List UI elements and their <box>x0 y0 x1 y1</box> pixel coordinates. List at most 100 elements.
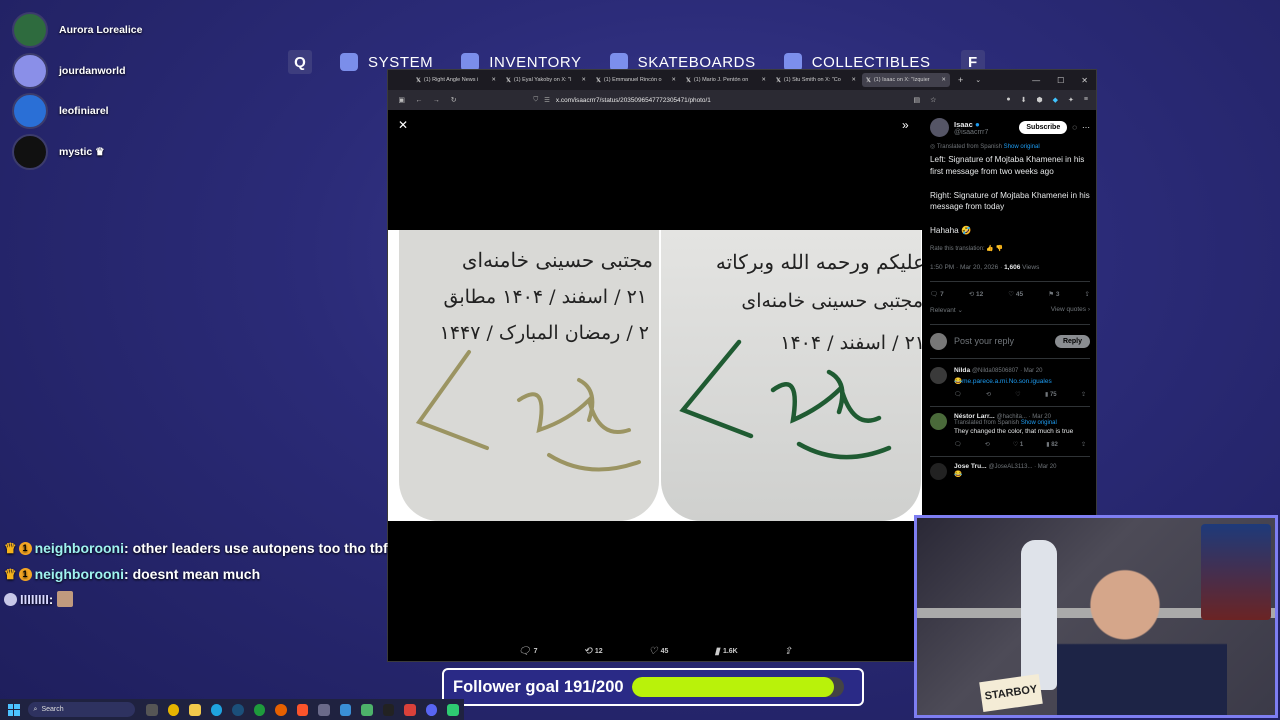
app-icon[interactable] <box>318 703 330 716</box>
site-info-icon[interactable]: ☰ <box>544 96 550 104</box>
close-icon[interactable]: ✕ <box>851 77 856 83</box>
bookmark-stat[interactable]: ⚑ 3 <box>1048 290 1059 298</box>
reply-item[interactable]: Nilda @Nilda08506807 · Mar 20 😂me.parece… <box>930 366 1090 398</box>
author-name[interactable]: Isaac <box>954 120 973 129</box>
browser-tab-active[interactable]: 𝕏 (1) Isaac on X: "Izquier ✕ <box>862 73 950 87</box>
close-viewer-icon[interactable]: ✕ <box>398 118 408 132</box>
browser-tab[interactable]: 𝕏 (1) Mario J. Pentón on ✕ <box>682 73 770 87</box>
repost-icon[interactable]: ⟲ <box>986 391 991 398</box>
bookmark-star-icon[interactable]: ☆ <box>930 96 936 104</box>
close-icon[interactable]: ✕ <box>941 77 946 83</box>
repost-icon[interactable]: ⟲ <box>985 441 990 448</box>
thumbs-down-icon[interactable]: 👎 <box>996 246 1003 252</box>
terminal-icon[interactable] <box>382 703 395 716</box>
avatar[interactable] <box>930 118 949 137</box>
minimize-icon[interactable]: — <box>1032 76 1040 85</box>
thumbs-up-icon[interactable]: 👍 <box>986 246 993 252</box>
show-original-link[interactable]: Show original <box>1021 420 1057 426</box>
like-stat[interactable]: ♡ 1 <box>1013 441 1023 448</box>
tracking-shield-icon[interactable]: ⛉ <box>533 96 538 104</box>
share-action[interactable]: ⇪ <box>784 646 792 657</box>
firefox-icon[interactable] <box>275 703 287 716</box>
views-stat[interactable]: ▮ 75 <box>1045 391 1057 398</box>
reply-action[interactable]: 🗨 7 <box>518 646 538 657</box>
reply-author[interactable]: Jose Tru... <box>954 463 987 470</box>
brave-icon[interactable] <box>296 703 309 716</box>
views-stat[interactable]: ▮ 82 <box>1046 441 1058 448</box>
share-icon[interactable]: ⇪ <box>1081 391 1086 398</box>
reply-author[interactable]: Nilda <box>954 367 970 374</box>
browser-tab[interactable]: 𝕏 (1) Right Angle News i ✕ <box>412 73 500 87</box>
chat-username[interactable]: neighborooni <box>35 566 124 582</box>
reply-button[interactable]: Reply <box>1054 334 1090 348</box>
grok-icon[interactable]: ◌ <box>1072 123 1077 132</box>
puzzle-icon[interactable]: ✦ <box>1068 96 1074 104</box>
like-action[interactable]: ♡ 45 <box>649 646 669 657</box>
xbox-icon[interactable] <box>253 703 266 716</box>
steam-icon[interactable] <box>232 703 244 716</box>
obs-icon[interactable] <box>404 703 416 716</box>
more-icon[interactable]: ⋯ <box>1082 123 1090 132</box>
repost-action[interactable]: ⟲ 12 <box>583 646 602 657</box>
voice-user[interactable]: Aurora Lorealice <box>12 12 142 48</box>
avatar[interactable] <box>930 412 947 430</box>
windows-start-icon[interactable] <box>8 703 20 716</box>
sidebar-icon[interactable]: ▣ <box>396 96 407 104</box>
task-view-icon[interactable] <box>146 703 158 716</box>
file-explorer-icon[interactable] <box>189 703 201 716</box>
browser-tab[interactable]: 𝕏 (1) Eyal Yakoby on X: "I ✕ <box>502 73 590 87</box>
back-icon[interactable]: ← <box>413 97 424 104</box>
close-icon[interactable]: ✕ <box>671 77 676 83</box>
chevron-down-icon[interactable]: ⌄ <box>975 76 981 84</box>
app-icon[interactable] <box>447 703 459 716</box>
reply-stat[interactable]: 🗨 7 <box>930 290 944 298</box>
extensions-icon[interactable]: ⬢ <box>1037 96 1043 104</box>
app-icon[interactable] <box>361 703 373 716</box>
voice-user[interactable]: leofiniarel <box>12 93 142 129</box>
comment-icon[interactable]: 🗨 <box>954 441 962 448</box>
tweet-timestamp[interactable]: 1:50 PM · Mar 20, 2026 · <box>930 264 1004 271</box>
close-window-icon[interactable]: ✕ <box>1081 76 1088 85</box>
close-icon[interactable]: ✕ <box>761 77 766 83</box>
close-icon[interactable]: ✕ <box>581 77 586 83</box>
reload-icon[interactable]: ↻ <box>448 96 459 104</box>
new-tab-icon[interactable]: + <box>958 75 963 85</box>
edge-icon[interactable] <box>210 703 223 716</box>
share-icon[interactable]: ⇪ <box>1085 290 1090 298</box>
heart-icon[interactable]: ♡ <box>1015 391 1020 398</box>
subscribe-button[interactable]: Subscribe <box>1019 121 1068 134</box>
browser-tab[interactable]: 𝕏 (1) Stu Smith on X: "Co ✕ <box>772 73 860 87</box>
app-icon[interactable] <box>339 703 352 716</box>
maximize-icon[interactable]: ☐ <box>1057 76 1064 85</box>
browser-tab[interactable]: 𝕏 (1) Emmanuel Rincón o ✕ <box>592 73 680 87</box>
like-stat[interactable]: ♡ 45 <box>1008 290 1023 298</box>
author-handle[interactable]: @isaacrrr7 <box>954 129 988 136</box>
menu-icon[interactable]: ≡ <box>1084 96 1088 104</box>
reply-item[interactable]: Néstor Larr... @hachita... · Mar 20 Tran… <box>930 405 1090 448</box>
extension-icon[interactable]: ◆ <box>1053 96 1058 104</box>
forward-icon[interactable]: → <box>431 97 442 104</box>
show-original-link[interactable]: Show original <box>1004 144 1040 150</box>
share-icon[interactable]: ⇪ <box>1081 441 1086 448</box>
account-icon[interactable]: ● <box>1006 96 1010 104</box>
reply-input[interactable]: Post your reply <box>954 336 1014 346</box>
comment-icon[interactable]: 🗨 <box>954 391 962 398</box>
reader-view-icon[interactable]: ▤ <box>914 96 921 104</box>
chat-username[interactable]: neighborooni <box>35 540 124 556</box>
chat-username[interactable]: IIIIIIII <box>20 592 49 607</box>
voice-user[interactable]: mystic ♛ <box>12 133 142 170</box>
sort-dropdown[interactable]: Relevant ⌄ <box>930 306 963 314</box>
close-icon[interactable]: ✕ <box>491 77 496 83</box>
repost-stat[interactable]: ⟲ 12 <box>969 290 984 298</box>
discord-icon[interactable] <box>425 703 438 716</box>
downloads-icon[interactable]: ⬇ <box>1021 96 1027 104</box>
reply-author[interactable]: Néstor Larr... <box>954 413 995 420</box>
view-quotes-link[interactable]: View quotes › <box>1051 306 1090 314</box>
voice-user[interactable]: jourdanworld <box>12 52 142 89</box>
avatar[interactable] <box>930 366 947 384</box>
address-bar[interactable]: ⛉ ☰ x.com/isaacrrr7/status/2035096547772… <box>525 93 913 107</box>
chrome-icon[interactable] <box>167 703 180 716</box>
views-action[interactable]: ▮ 1.6K <box>714 646 737 657</box>
taskbar-search[interactable]: ⌕ Search <box>27 702 136 717</box>
avatar[interactable] <box>930 462 947 480</box>
